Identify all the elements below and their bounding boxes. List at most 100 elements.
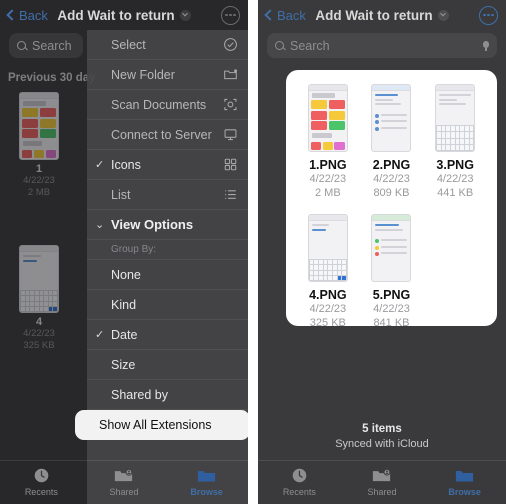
- grid-icon: [223, 157, 238, 172]
- shared-folder-icon: [89, 466, 159, 485]
- file-date: 4/22/23: [373, 173, 410, 185]
- check-mark: ✓: [95, 159, 105, 171]
- menu-item-label: New Folder: [111, 67, 175, 82]
- screenshot-root: Previous 30 day 1 4/22/23 2 MB 4 4/22/23…: [0, 0, 506, 504]
- tab-label: Browse: [448, 487, 481, 497]
- menu-item-label: Show All Extensions: [99, 418, 212, 432]
- menu-group-label: Group By:: [111, 244, 157, 255]
- tab-recents[interactable]: Recents: [6, 466, 76, 497]
- file-date: 4/22/23: [309, 303, 347, 315]
- chevron-left-icon: [264, 9, 276, 21]
- menu-item-list[interactable]: List: [87, 180, 248, 210]
- file-date: 4/22/23: [436, 173, 474, 185]
- left-tab-bar: Recents Shared Browse: [0, 460, 248, 504]
- tab-label: Recents: [282, 487, 316, 497]
- menu-item-label: List: [111, 187, 131, 202]
- menu-item-new-folder[interactable]: New Folder: [87, 60, 248, 90]
- menu-item-label: None: [111, 267, 141, 282]
- tab-browse[interactable]: Browse: [172, 466, 242, 497]
- file-name: 4.PNG: [309, 288, 347, 302]
- tab-recents[interactable]: Recents: [264, 466, 334, 497]
- chevron-down-icon: ⌄: [95, 219, 105, 231]
- tab-label: Recents: [24, 487, 58, 497]
- tab-shared[interactable]: Shared: [89, 466, 159, 497]
- menu-item-view-options[interactable]: ⌄ View Options: [87, 210, 248, 240]
- menu-item-label: View Options: [111, 217, 194, 232]
- menu-item-scan-documents[interactable]: Scan Documents: [87, 90, 248, 120]
- file-size: 325 KB: [309, 317, 346, 329]
- clock-icon: [6, 466, 76, 485]
- file-thumbnail: [371, 84, 412, 152]
- more-options-button[interactable]: [479, 5, 498, 25]
- menu-item-icons[interactable]: ✓ Icons: [87, 150, 248, 180]
- context-menu: Select New Folder Scan Documents Connect…: [75, 30, 248, 504]
- menu-item-select[interactable]: Select: [87, 30, 248, 60]
- tab-label: Browse: [190, 487, 223, 497]
- menu-item-shared-by[interactable]: Shared by: [87, 380, 248, 410]
- chevron-left-icon: [6, 9, 18, 21]
- file-thumbnail: [435, 84, 476, 152]
- new-folder-icon: [223, 67, 238, 82]
- file-size: 809 KB: [373, 187, 410, 199]
- file-name: 3.PNG: [436, 158, 474, 172]
- left-phone-panel: Previous 30 day 1 4/22/23 2 MB 4 4/22/23…: [0, 0, 248, 504]
- menu-item-label: Connect to Server: [111, 127, 212, 142]
- file-cell-1[interactable]: 1.PNG 4/22/23 2 MB: [296, 84, 360, 200]
- file-cell-3[interactable]: 3.PNG 4/22/23 441 KB: [423, 84, 487, 200]
- more-options-button[interactable]: [221, 5, 240, 25]
- item-count: 5 items: [362, 423, 402, 435]
- menu-item-label: Shared by: [111, 387, 168, 402]
- menu-item-none[interactable]: None: [87, 260, 248, 290]
- menu-item-connect-to-server[interactable]: Connect to Server: [87, 120, 248, 150]
- file-size: 2 MB: [314, 187, 341, 199]
- back-button[interactable]: Back: [6, 7, 48, 23]
- file-date: 4/22/23: [309, 173, 347, 185]
- scan-document-icon: [223, 97, 238, 112]
- back-label: Back: [19, 7, 48, 23]
- menu-item-date[interactable]: ✓ Date: [87, 320, 248, 350]
- menu-item-size[interactable]: Size: [87, 350, 248, 380]
- check-circle-icon: [223, 37, 238, 52]
- menu-group-label-group-by: Group By:: [87, 240, 248, 260]
- clock-icon: [264, 466, 334, 485]
- file-grid: 1.PNG 4/22/23 2 MB 2.PNG 4/22/23 809 KB …: [296, 84, 487, 330]
- search-input[interactable]: Search: [267, 33, 497, 58]
- tab-browse[interactable]: Browse: [430, 466, 500, 497]
- right-nav-bar: Back: [258, 0, 506, 30]
- file-thumbnail: [307, 214, 348, 282]
- check-mark: ✓: [95, 329, 105, 341]
- right-phone-panel: Back Add Wait to return Search 1.PNG 4/2…: [258, 0, 506, 504]
- folder-icon: [430, 466, 500, 485]
- file-cell-4[interactable]: 4.PNG 4/22/23 325 KB: [296, 214, 360, 330]
- tab-shared[interactable]: Shared: [347, 466, 417, 497]
- back-button[interactable]: Back: [264, 7, 306, 23]
- menu-item-label: Select: [111, 37, 146, 52]
- search-input[interactable]: Search: [9, 33, 83, 58]
- sync-status: Synced with iCloud: [335, 438, 429, 450]
- folder-status: 5 items Synced with iCloud: [258, 423, 506, 450]
- menu-item-label: Kind: [111, 297, 137, 312]
- file-date: 4/22/23: [373, 303, 410, 315]
- menu-item-kind[interactable]: Kind: [87, 290, 248, 320]
- right-tab-bar: Recents Shared Browse: [258, 460, 506, 504]
- file-name: 1.PNG: [309, 158, 347, 172]
- search-icon: [17, 41, 26, 50]
- microphone-icon[interactable]: [483, 40, 489, 51]
- file-cell-2[interactable]: 2.PNG 4/22/23 809 KB: [360, 84, 424, 200]
- back-label: Back: [277, 7, 306, 23]
- tab-label: Shared: [367, 487, 397, 497]
- menu-item-label: Date: [111, 327, 138, 342]
- search-icon: [275, 41, 284, 50]
- server-icon: [223, 127, 238, 142]
- file-name: 2.PNG: [372, 158, 411, 172]
- menu-item-label: Scan Documents: [111, 97, 207, 112]
- panel-divider: [248, 0, 258, 504]
- search-placeholder: Search: [32, 38, 72, 53]
- file-thumbnail: [371, 214, 412, 282]
- file-cell-5[interactable]: 5.PNG 4/22/23 841 KB: [360, 214, 424, 330]
- file-name: 5.PNG: [372, 288, 411, 302]
- folder-icon: [172, 466, 242, 485]
- left-nav-bar: Back: [0, 0, 248, 30]
- shared-folder-icon: [347, 466, 417, 485]
- menu-item-show-all-extensions[interactable]: Show All Extensions: [75, 410, 248, 440]
